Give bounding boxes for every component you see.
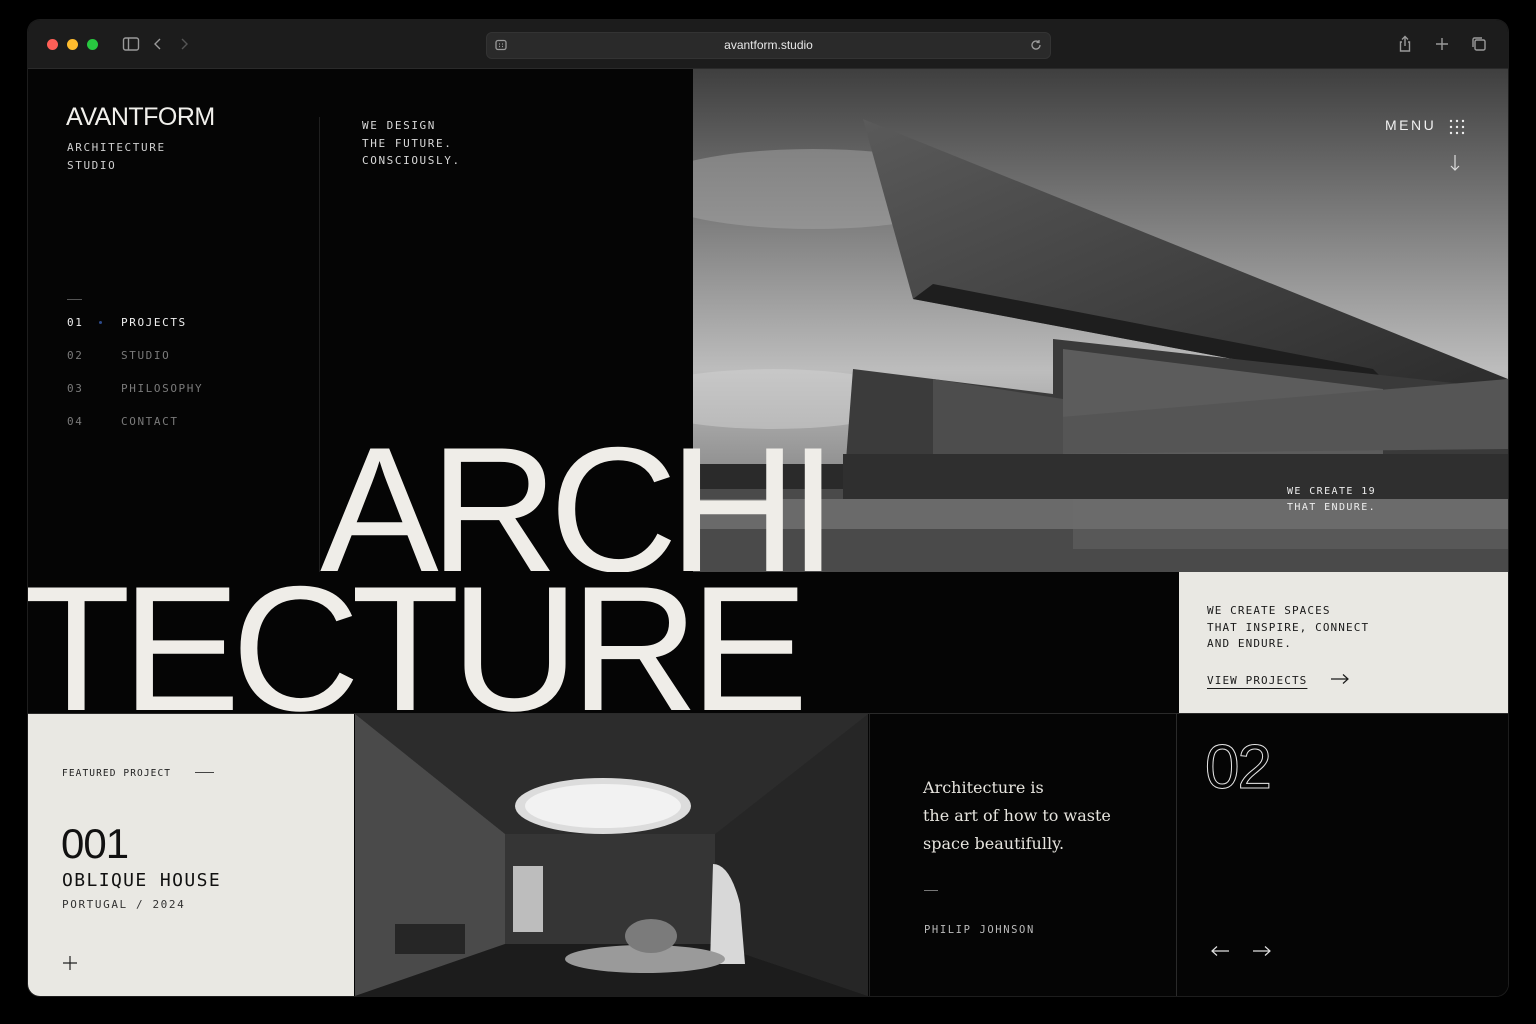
brand-logo[interactable]: AVANTFORM [66, 103, 215, 132]
info-card-line: THAT INSPIRE, CONNECT [1207, 620, 1370, 634]
address-bar[interactable]: avantform.studio [486, 32, 1051, 59]
info-card-line: AND ENDURE. [1207, 637, 1292, 650]
featured-dash [195, 772, 214, 773]
minimize-window-button[interactable] [67, 39, 78, 50]
reload-icon[interactable] [1028, 37, 1044, 53]
nav-item-philosophy[interactable]: 03 PHILOSOPHY [67, 379, 307, 412]
quote-line: the art of how to waste [923, 806, 1111, 825]
featured-project-card[interactable]: FEATURED PROJECT 001 OBLIQUE HOUSE PORTU… [28, 714, 354, 996]
arrow-right-icon[interactable] [1329, 672, 1351, 686]
browser-window: avantform.studio AVANTFORM ARCHITECTURE … [28, 20, 1508, 996]
page-content: AVANTFORM ARCHITECTURE STUDIO WE DESIGN … [28, 69, 1508, 996]
nav-item-number: 02 [67, 349, 84, 362]
brand-subtitle-line: ARCHITECTURE [67, 141, 166, 154]
tagline: WE DESIGN THE FUTURE. CONSCIOUSLY. [362, 117, 562, 170]
featured-title: OBLIQUE HOUSE [62, 870, 222, 891]
main-nav: 01 PROJECTS 02 STUDIO 03 PHILOSOPHY 04 C… [67, 313, 307, 445]
close-window-button[interactable] [47, 39, 58, 50]
nav-item-label: STUDIO [121, 349, 171, 362]
nav-item-label: PHILOSOPHY [121, 382, 204, 395]
menu-grid-icon[interactable] [1449, 119, 1465, 135]
sidebar-toggle-icon[interactable] [121, 34, 141, 54]
hero-caption: WE CREATE 19 THAT ENDURE. [1287, 484, 1407, 516]
quote-line: Architecture is [923, 778, 1044, 797]
interior-image [355, 714, 868, 996]
nav-item-number: 01 [67, 316, 84, 329]
browser-toolbar: avantform.studio [28, 20, 1508, 69]
share-icon[interactable] [1395, 34, 1415, 54]
nav-item-number: 04 [67, 415, 84, 428]
tagline-line: CONSCIOUSLY. [362, 154, 461, 167]
back-icon[interactable] [148, 34, 168, 54]
brand-subtitle-line: STUDIO [67, 159, 117, 172]
new-tab-icon[interactable] [1432, 34, 1452, 54]
url-text: avantform.studio [724, 38, 813, 52]
nav-item-label: CONTACT [121, 415, 179, 428]
slider-panel: 02 [1176, 714, 1508, 996]
arrow-right-icon[interactable] [1251, 944, 1273, 958]
nav-item-number: 03 [67, 382, 84, 395]
quote-author: PHILIP JOHNSON [924, 924, 1035, 936]
featured-number: 001 [61, 820, 129, 867]
tagline-line: WE DESIGN [362, 119, 437, 132]
slide-counter: 02 [1205, 733, 1273, 803]
nav-item-label: PROJECTS [121, 316, 187, 329]
nav-item-contact[interactable]: 04 CONTACT [67, 412, 307, 445]
plus-icon[interactable] [62, 955, 78, 971]
nav-item-projects[interactable]: 01 PROJECTS [67, 313, 307, 346]
tab-overview-icon[interactable] [1469, 34, 1489, 54]
brand-subtitle: ARCHITECTURE STUDIO [67, 139, 227, 175]
featured-label: FEATURED PROJECT [62, 768, 172, 779]
menu-label[interactable]: MENU [1385, 117, 1436, 133]
featured-subtitle: PORTUGAL / 2024 [62, 898, 186, 911]
tagline-line: THE FUTURE. [362, 136, 453, 150]
quote-panel: Architecture is the art of how to waste … [869, 714, 1176, 996]
headline-word-bottom: TECTURE [28, 549, 809, 748]
nav-divider [67, 299, 82, 300]
maximize-window-button[interactable] [87, 39, 98, 50]
view-projects-link[interactable]: VIEW PROJECTS [1207, 674, 1307, 687]
arrow-left-icon[interactable] [1209, 944, 1231, 958]
hero-caption-line: THAT ENDURE. [1287, 502, 1377, 513]
quote-dash [924, 890, 938, 891]
scroll-down-arrow-icon[interactable] [1448, 154, 1462, 172]
quote-line: space beautifully. [923, 834, 1065, 853]
info-card: WE CREATE SPACES THAT INSPIRE, CONNECT A… [1179, 572, 1508, 714]
info-card-text: WE CREATE SPACES THAT INSPIRE, CONNECT A… [1207, 603, 1397, 653]
forward-icon[interactable] [174, 34, 194, 54]
quote-text: Architecture is the art of how to waste … [923, 774, 1143, 858]
info-card-line: WE CREATE SPACES [1207, 604, 1331, 617]
hero-caption-line: WE CREATE 19 [1287, 486, 1377, 497]
nav-item-studio[interactable]: 02 STUDIO [67, 346, 307, 379]
active-indicator [99, 321, 102, 324]
